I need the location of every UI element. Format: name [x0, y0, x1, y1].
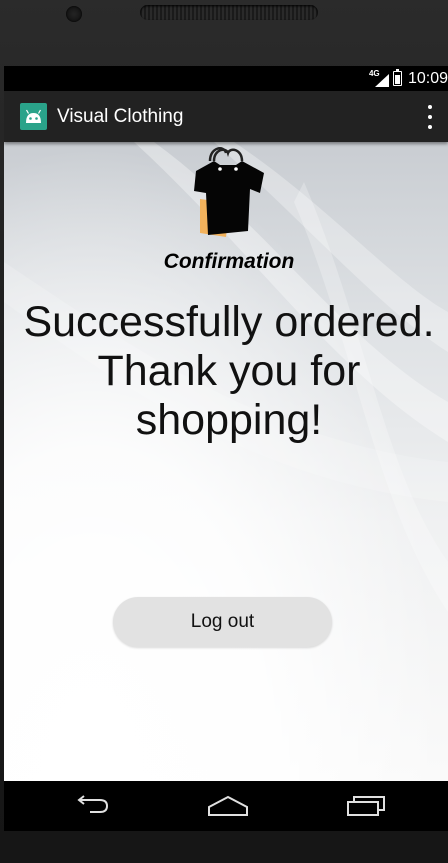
home-icon[interactable]: [188, 781, 268, 831]
recents-icon[interactable]: [326, 781, 406, 831]
status-bar: 4G 10:09: [4, 66, 448, 91]
status-icons: 4G 10:09: [369, 66, 448, 91]
navigation-bar: [4, 781, 448, 831]
success-message-line: Successfully ordered.: [23, 298, 435, 346]
front-camera: [66, 6, 82, 22]
status-time: 10:09: [407, 69, 448, 87]
success-message-line: shopping!: [135, 396, 323, 444]
overflow-menu-icon[interactable]: [426, 105, 434, 129]
battery-icon: [392, 69, 402, 86]
app-bar: Visual Clothing: [4, 91, 448, 142]
app-title: Visual Clothing: [57, 105, 184, 127]
confirmation-heading: Confirmation: [163, 250, 295, 273]
logout-button[interactable]: Log out: [113, 597, 332, 647]
confirmation-screen: Confirmation Successfully ordered. Thank…: [4, 142, 448, 781]
device-frame: 4G 10:09 Visual Clothing Confirmation Su…: [0, 0, 448, 863]
earpiece-speaker: [140, 5, 318, 20]
android-icon: [20, 103, 47, 130]
back-icon[interactable]: [50, 781, 130, 831]
signal-icon: 4G: [369, 69, 389, 87]
success-message: Successfully ordered. Thank you for shop…: [4, 298, 448, 445]
success-message-line: Thank you for: [97, 347, 361, 395]
screen: 4G 10:09 Visual Clothing Confirmation Su…: [4, 66, 448, 831]
shopping-bag-logo: [194, 147, 264, 237]
